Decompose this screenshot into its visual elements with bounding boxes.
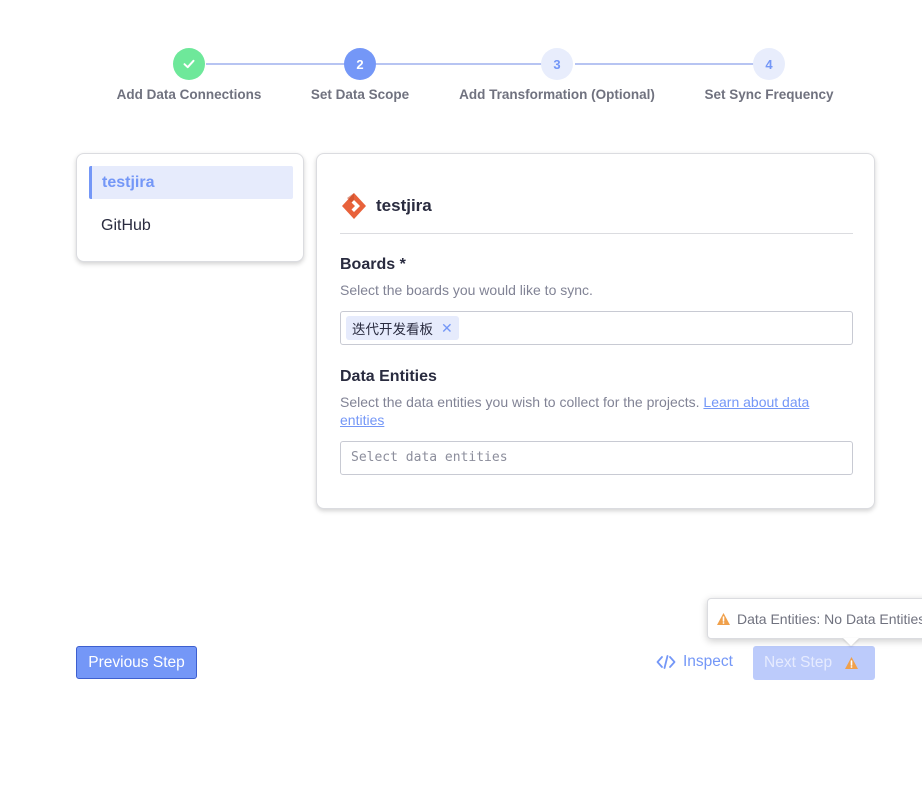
connection-title: testjira xyxy=(376,196,432,215)
step-connector xyxy=(376,63,543,65)
data-scope-panel: testjira Boards * Select the boards you … xyxy=(316,153,875,509)
connection-item-label: GitHub xyxy=(101,216,151,234)
previous-step-button[interactable]: Previous Step xyxy=(76,646,197,679)
step-connector xyxy=(575,63,755,65)
board-tag: 迭代开发看板 ✕ xyxy=(346,316,459,340)
data-entities-title: Data Entities xyxy=(340,368,437,385)
step-1-circle xyxy=(173,48,205,80)
divider xyxy=(340,233,853,234)
next-step-button[interactable]: Next Step xyxy=(753,646,875,680)
step-2-circle: 2 xyxy=(344,48,376,80)
next-step-label: Next Step xyxy=(764,654,833,671)
connection-item-label: testjira xyxy=(102,173,155,191)
close-icon[interactable]: ✕ xyxy=(441,320,453,337)
panel-header: testjira xyxy=(341,192,432,220)
data-entities-placeholder: Select data entities xyxy=(351,450,508,465)
inspect-label: Inspect xyxy=(683,653,733,670)
validation-tooltip: Data Entities: No Data Entities Selected xyxy=(707,598,922,639)
step-1-label: Add Data Connections xyxy=(116,87,262,102)
boards-title: Boards * xyxy=(340,256,406,273)
step-connector xyxy=(206,63,347,65)
step-number: 4 xyxy=(765,56,773,72)
connection-item-github[interactable]: GitHub xyxy=(89,209,293,242)
step-number: 3 xyxy=(553,56,561,72)
tooltip-arrow xyxy=(843,638,859,646)
tooltip-text: Data Entities: No Data Entities Selected xyxy=(737,610,922,627)
check-icon xyxy=(183,59,195,69)
inspect-button[interactable]: Inspect xyxy=(656,653,733,671)
step-3-label: Add Transformation (Optional) xyxy=(459,87,655,102)
board-tag-label: 迭代开发看板 xyxy=(352,322,433,337)
jira-icon xyxy=(342,193,366,219)
data-entities-description-text: Select the data entities you wish to col… xyxy=(340,394,700,410)
warning-icon xyxy=(717,612,730,625)
code-icon xyxy=(656,655,676,669)
data-entities-description: Select the data entities you wish to col… xyxy=(340,393,850,429)
step-3-circle: 3 xyxy=(541,48,573,80)
connection-list: testjira GitHub xyxy=(76,153,304,262)
step-4-label: Set Sync Frequency xyxy=(704,87,834,102)
step-4-circle: 4 xyxy=(753,48,785,80)
step-number: 2 xyxy=(356,56,364,72)
boards-description: Select the boards you would like to sync… xyxy=(340,282,593,298)
step-2-label: Set Data Scope xyxy=(310,87,410,102)
previous-step-label: Previous Step xyxy=(88,653,185,671)
boards-multiselect[interactable]: 迭代开发看板 ✕ xyxy=(340,311,853,345)
connection-item-testjira[interactable]: testjira xyxy=(89,166,293,199)
warning-icon xyxy=(845,657,859,669)
data-entities-select[interactable]: Select data entities xyxy=(340,441,853,475)
